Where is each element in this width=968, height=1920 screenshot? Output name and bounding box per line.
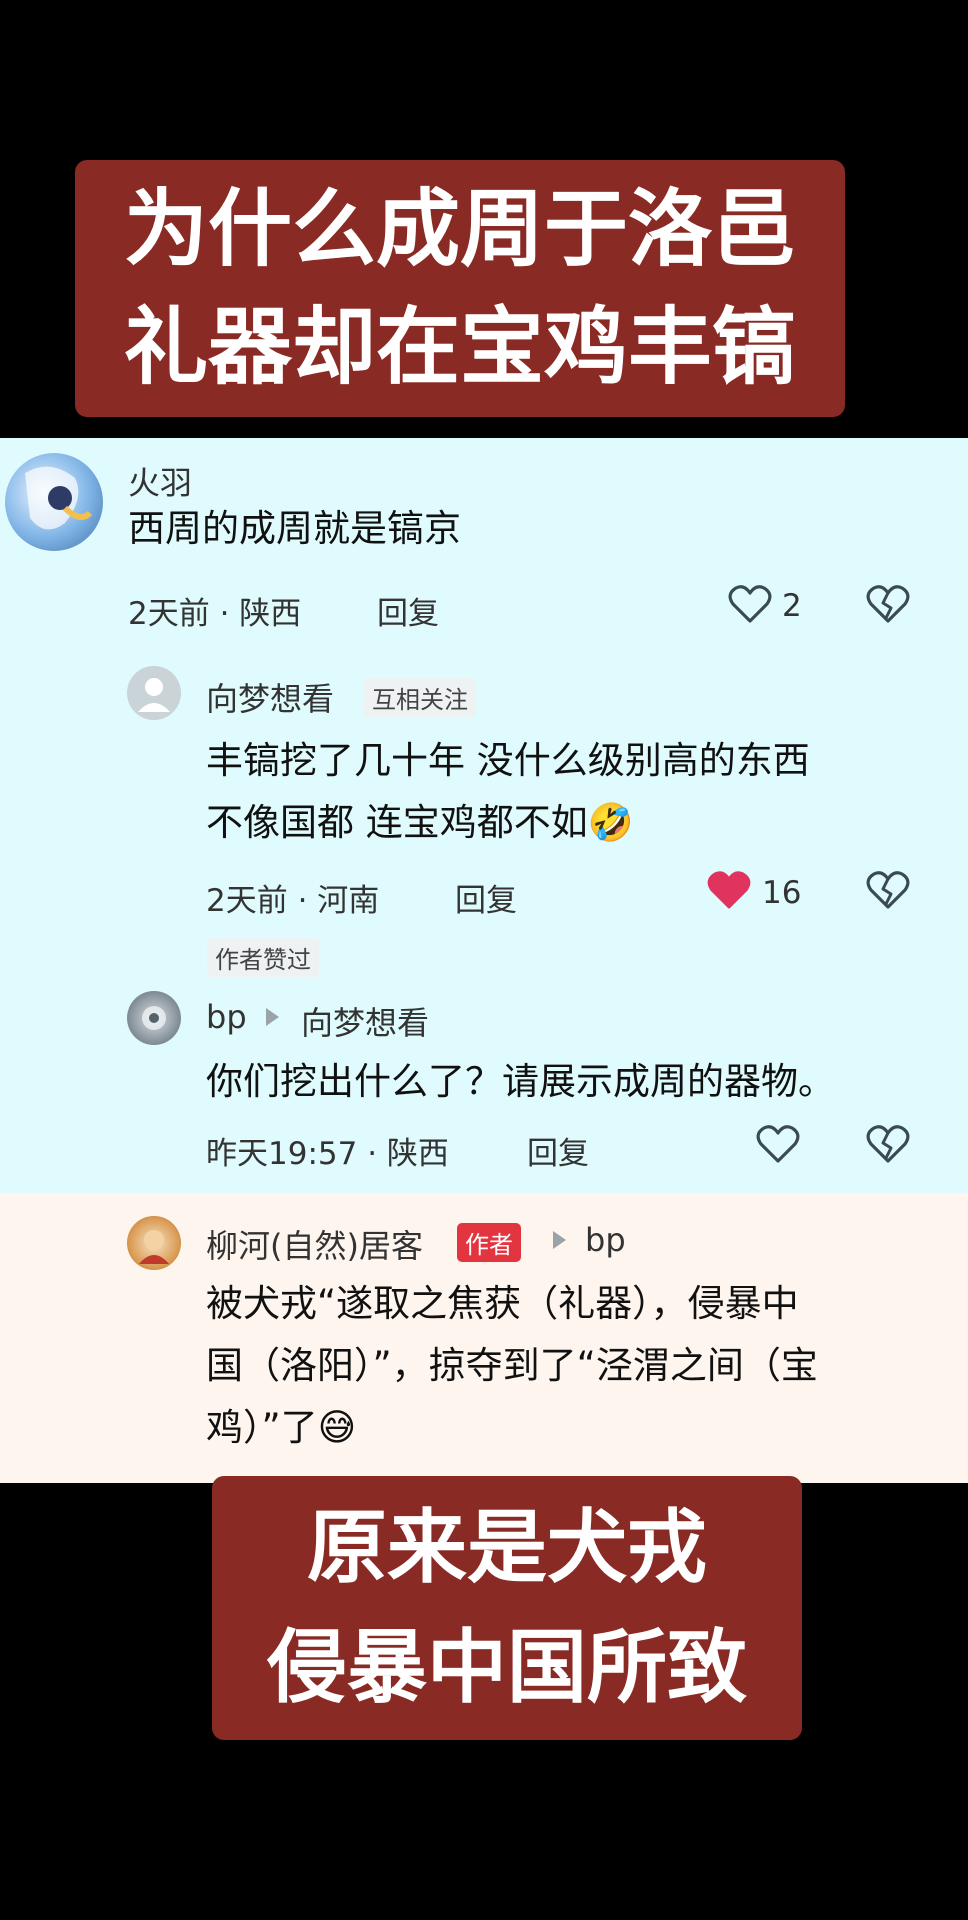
comment-text: 鸡）”了	[206, 1406, 318, 1449]
comment-text: 西周的成周就是镐京	[128, 507, 461, 550]
comment-time: 2天前	[128, 596, 210, 632]
bottom-caption-line-2: 侵暴中国所致	[267, 1621, 747, 1714]
comment-meta: 2天前 · 陕西	[128, 588, 301, 633]
avatar[interactable]	[127, 1216, 181, 1270]
reply-arrow-icon	[553, 1231, 566, 1249]
author-liked-tag: 作者赞过	[207, 938, 319, 977]
comment-time: 昨天19:57	[206, 1136, 358, 1172]
comment-meta: 2天前 · 河南	[206, 875, 379, 920]
default-avatar-icon[interactable]	[127, 666, 181, 720]
comment-username[interactable]: 向梦想看	[206, 674, 334, 720]
reply-button[interactable]: 回复	[527, 1128, 589, 1173]
heart-outline-icon[interactable]	[756, 1124, 800, 1164]
top-title-banner: 为什么成周于洛邑 礼器却在宝鸡丰镐	[75, 160, 845, 417]
heart-broken-icon[interactable]	[866, 870, 910, 910]
heart-broken-icon[interactable]	[866, 584, 910, 624]
like-count: 2	[782, 588, 802, 624]
bottom-caption-line-1: 原来是犬戎	[307, 1501, 707, 1594]
avatar-art-icon	[139, 1230, 169, 1264]
reply-button[interactable]: 回复	[455, 875, 517, 920]
author-reply-panel: 柳河(自然)居客 作者 bp 被犬戎“遂取之焦获（礼器），侵暴中 国（洛阳）”，…	[0, 1193, 968, 1483]
heart-outline-icon[interactable]	[728, 584, 772, 624]
reply-to-username[interactable]: 向梦想看	[301, 998, 429, 1044]
avatar-art-icon	[25, 466, 93, 530]
reply-to-username[interactable]: bp	[585, 1221, 626, 1259]
top-title-line-2: 礼器却在宝鸡丰镐	[123, 298, 796, 396]
like-count: 16	[762, 875, 802, 911]
sweat-smile-emoji: 😅	[317, 1406, 357, 1449]
heart-filled-icon[interactable]	[707, 870, 751, 910]
heart-broken-icon[interactable]	[866, 1124, 910, 1164]
avatar[interactable]	[127, 991, 181, 1045]
laughing-emoji: 🤣	[587, 801, 634, 844]
mutual-follow-tag: 互相关注	[364, 678, 476, 717]
comments-panel: 火羽 西周的成周就是镐京 2天前 · 陕西 回复 2 向梦想看 互相关注 丰镐挖…	[0, 438, 968, 1193]
comment-text-line-2: 不像国都 连宝鸡都不如🤣	[206, 792, 634, 854]
comment-text-line-1: 丰镐挖了几十年 没什么级别高的东西	[206, 739, 810, 782]
comment-username[interactable]: 柳河(自然)居客	[206, 1221, 423, 1267]
meta-separator: ·	[287, 883, 318, 919]
comment-text: 你们挖出什么了？请展示成周的器物。	[206, 1060, 835, 1103]
comment-text: 不像国都 连宝鸡都不如	[206, 801, 588, 844]
person-silhouette-icon	[138, 678, 170, 712]
comment-location: 河南	[317, 883, 380, 919]
reply-arrow-icon	[266, 1008, 279, 1026]
comment-location: 陕西	[239, 596, 302, 632]
comment-location: 陕西	[386, 1136, 449, 1172]
meta-separator: ·	[357, 1136, 387, 1172]
top-title-line-1: 为什么成周于洛邑	[123, 180, 796, 278]
comment-text-line-3: 鸡）”了😅	[206, 1397, 356, 1459]
comment-meta: 昨天19:57 · 陕西	[206, 1128, 449, 1173]
comment-username[interactable]: bp	[206, 998, 247, 1036]
author-badge: 作者	[457, 1223, 521, 1262]
reply-button[interactable]: 回复	[377, 588, 439, 633]
comment-time: 2天前	[206, 883, 288, 919]
avatar-art-icon	[142, 1006, 166, 1030]
bottom-caption-banner: 原来是犬戎 侵暴中国所致	[212, 1476, 802, 1740]
comment-text-line-2: 国（洛阳）”，掠夺到了“泾渭之间（宝	[206, 1344, 818, 1387]
avatar[interactable]	[5, 453, 103, 551]
meta-separator: ·	[209, 596, 240, 632]
comment-text-line-1: 被犬戎“遂取之焦获（礼器），侵暴中	[206, 1282, 799, 1325]
